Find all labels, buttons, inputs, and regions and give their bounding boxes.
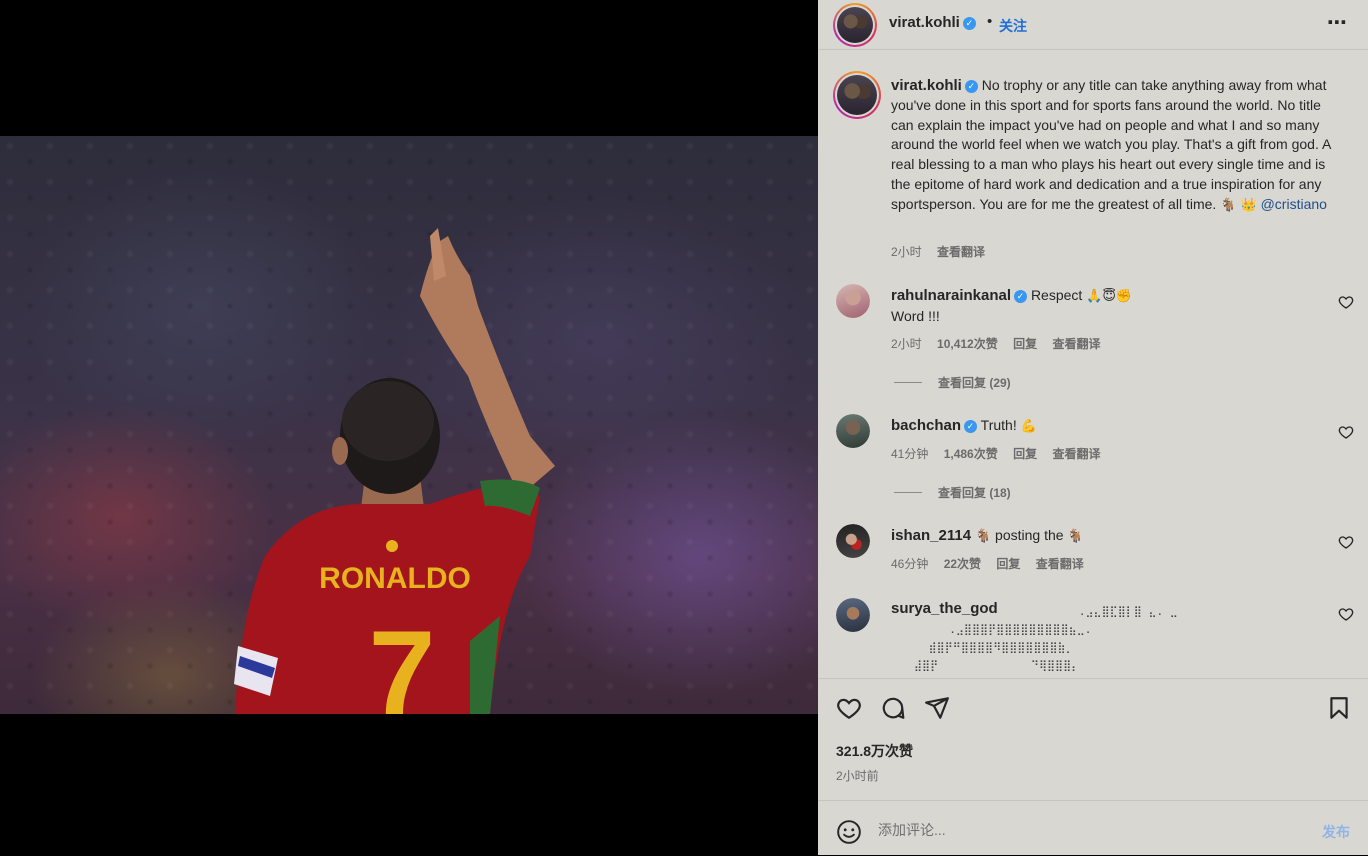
- author-username[interactable]: virat.kohli ✓: [889, 14, 976, 31]
- comment-like-heart-icon[interactable]: [1338, 424, 1354, 440]
- comment-text: Respect: [1030, 287, 1083, 303]
- more-options-icon[interactable]: ⋯: [1327, 10, 1348, 35]
- post-media-viewer: RONALDO 7: [0, 0, 818, 855]
- comment-time: 46分钟: [891, 557, 929, 571]
- verified-badge-icon: ✓: [1014, 290, 1028, 303]
- comment-avatar[interactable]: [836, 284, 870, 318]
- caption-username[interactable]: virat.kohli: [891, 77, 962, 94]
- comment-meta: 41分钟 1,486次赞 回复 查看翻译: [891, 445, 1112, 462]
- ascii-art-line: .⣠⣄⣿⣏⣿⡇⣿ ⣄. ⣀: [1006, 605, 1178, 618]
- post-actions: 321.8万次赞 2小时前: [818, 678, 1368, 801]
- comment-avatar[interactable]: [836, 598, 870, 632]
- verified-badge-icon: ✓: [964, 80, 978, 93]
- verified-badge-icon: ✓: [964, 420, 978, 433]
- comment-emoji-prefix: 🐐: [974, 529, 992, 544]
- reply-button[interactable]: 回复: [996, 557, 1020, 571]
- comment-input[interactable]: [878, 818, 1278, 842]
- caption: virat.kohli ✓ No trophy or any title can …: [891, 76, 1341, 216]
- comment-username[interactable]: rahulnarainkanal: [891, 287, 1011, 304]
- caption-time: 2小时: [891, 245, 922, 259]
- translate-button[interactable]: 查看翻译: [1052, 337, 1100, 351]
- post-comment-button[interactable]: 发布: [1322, 822, 1350, 842]
- post-details-panel: virat.kohli ✓ • 关注 ⋯ virat.kohli ✓ No trop…: [818, 0, 1368, 855]
- view-replies-button[interactable]: 查看回复 (29): [894, 374, 1011, 391]
- smiley-icon[interactable]: [836, 819, 862, 845]
- comment-like-heart-icon[interactable]: [1338, 534, 1354, 550]
- ascii-art-line: ⣼⣿⡟ ⠙⢿⣿⣿⣿⡄: [914, 659, 1080, 672]
- comment-like-heart-icon[interactable]: [1338, 294, 1354, 310]
- reply-button[interactable]: 回复: [1013, 447, 1037, 461]
- jersey-number: 7: [369, 606, 436, 714]
- bookmark-icon[interactable]: [1326, 695, 1352, 721]
- comment-text: Truth!: [980, 417, 1017, 433]
- post-timestamp: 2小时前: [836, 769, 879, 783]
- comment-likes[interactable]: 22次赞: [944, 557, 981, 571]
- caption-translate-button[interactable]: 查看翻译: [937, 245, 985, 259]
- comment-body: bachchan ✓ Truth! 💪: [891, 417, 1037, 434]
- caption-meta: 2小时 查看翻译: [891, 243, 997, 260]
- comment-avatar[interactable]: [836, 414, 870, 448]
- comment-likes[interactable]: 1,486次赞: [944, 447, 998, 461]
- caption-text: No trophy or any title can take anything…: [891, 77, 1331, 212]
- verified-badge-icon: ✓: [962, 17, 976, 30]
- likes-count[interactable]: 321.8万次赞: [836, 741, 913, 761]
- comments-list[interactable]: virat.kohli ✓ No trophy or any title can …: [818, 50, 1368, 678]
- author-avatar[interactable]: [833, 3, 877, 47]
- translate-button[interactable]: 查看翻译: [1052, 447, 1100, 461]
- comment-username[interactable]: surya_the_god: [891, 600, 998, 617]
- comment-emojis: 🐐: [1067, 529, 1084, 544]
- comment-meta: 2小时 10,412次赞 回复 查看翻译: [891, 335, 1112, 352]
- comment-emojis: 💪: [1020, 419, 1037, 434]
- jersey-name: RONALDO: [319, 562, 471, 595]
- caption-avatar[interactable]: [833, 71, 881, 119]
- comment-meta: 46分钟 22次赞 回复 查看翻译: [891, 555, 1096, 572]
- ascii-art-line: .⣠⣿⣿⣿⡟⣿⣿⣿⣿⣿⣿⣿⣿⣿⣦⣀.: [936, 623, 1092, 636]
- comment-avatar[interactable]: [836, 524, 870, 558]
- post-photo[interactable]: RONALDO 7: [0, 136, 818, 714]
- comment-time: 2小时: [891, 337, 922, 351]
- comment-likes[interactable]: 10,412次赞: [937, 337, 998, 351]
- caption-emojis: 🐐 👑: [1220, 197, 1257, 213]
- post-header: virat.kohli ✓ • 关注 ⋯: [818, 0, 1368, 50]
- comment-body: rahulnarainkanal ✓ Respect 🙏😇✊: [891, 287, 1132, 304]
- comment-text: posting the: [995, 527, 1064, 543]
- comment-text-line2: Word !!!: [891, 308, 940, 324]
- ascii-art-line: ⣾⣿⡟⠛⣿⣿⣿⣿⠻⣿⣿⣿⣿⣿⣿⣿⣷⡀: [922, 641, 1074, 654]
- comment-body: ishan_2114 🐐 posting the 🐐: [891, 527, 1084, 544]
- separator-dot: •: [987, 13, 993, 30]
- like-heart-icon[interactable]: [836, 695, 862, 721]
- comment-emojis: 🙏😇✊: [1086, 289, 1133, 304]
- view-replies-button[interactable]: 查看回复 (18): [894, 484, 1011, 501]
- comment-like-heart-icon[interactable]: [1338, 606, 1354, 622]
- comment-username[interactable]: bachchan: [891, 417, 961, 434]
- comment-input-bar: 发布: [818, 800, 1368, 856]
- mention-link[interactable]: @cristiano: [1261, 196, 1327, 212]
- translate-button[interactable]: 查看翻译: [1036, 557, 1084, 571]
- comment-icon[interactable]: [880, 695, 906, 721]
- player-illustration: RONALDO 7: [234, 228, 555, 714]
- comment-body: surya_the_god: [891, 600, 998, 617]
- share-icon[interactable]: [924, 695, 950, 721]
- comment-time: 41分钟: [891, 447, 929, 461]
- comment-username[interactable]: ishan_2114: [891, 527, 971, 544]
- reply-button[interactable]: 回复: [1013, 337, 1037, 351]
- follow-button[interactable]: 关注: [999, 16, 1027, 36]
